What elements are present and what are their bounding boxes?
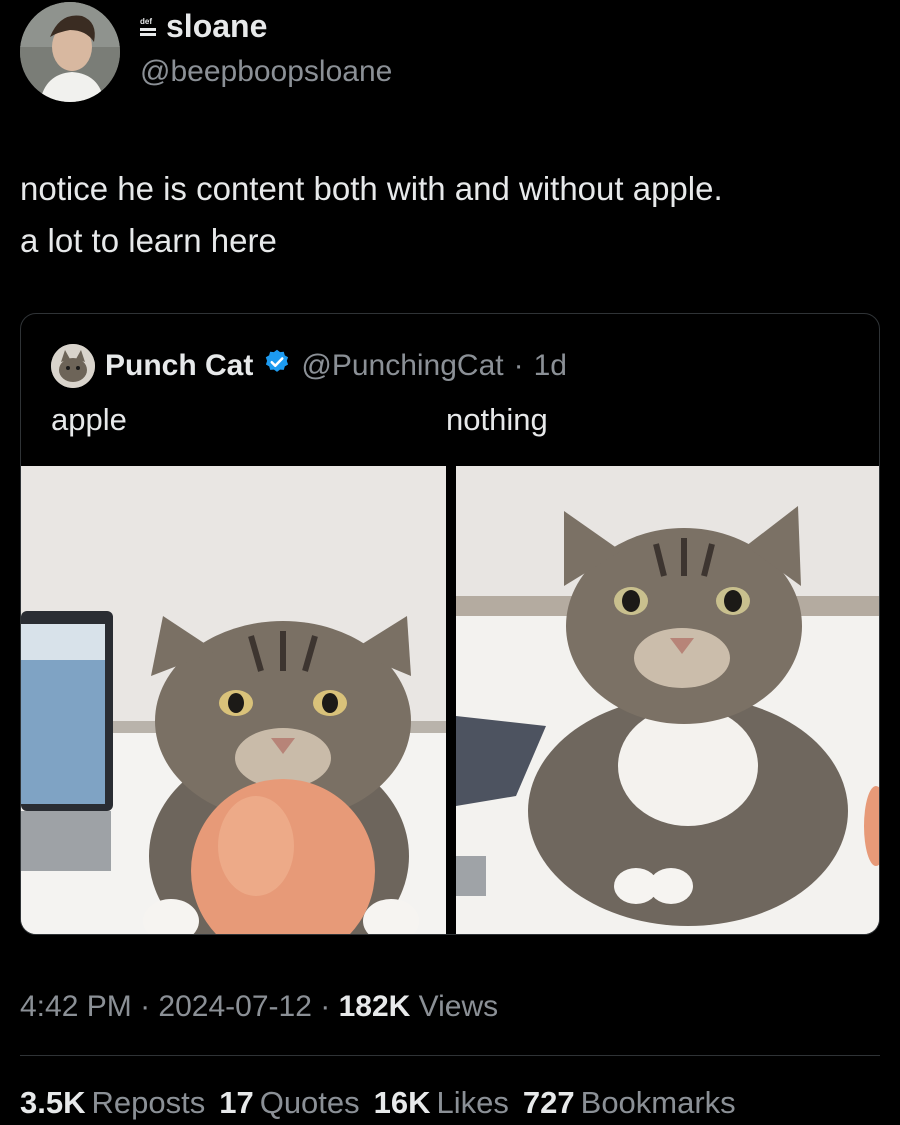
engagement-stats: 3.5K Reposts 17 Quotes 16K Likes 727 Boo…: [20, 1085, 736, 1121]
dot-separator: ·: [140, 990, 151, 1023]
author-name[interactable]: sloane: [166, 8, 267, 45]
reposts-count: 3.5K: [20, 1085, 86, 1120]
bookmarks-count: 727: [522, 1085, 575, 1120]
cat-without-apple-photo[interactable]: [456, 466, 879, 934]
likes-stat[interactable]: 16K Likes: [374, 1085, 509, 1121]
cat-with-apple-photo[interactable]: [21, 466, 446, 934]
likes-label: Likes: [436, 1085, 509, 1120]
divider: [20, 1055, 880, 1056]
quoted-label-nothing: nothing: [446, 402, 548, 437]
author-handle[interactable]: @beepboopsloane: [140, 55, 392, 89]
tweet-text-line: a lot to learn here: [20, 222, 277, 259]
views-label: Views: [418, 990, 499, 1023]
quoted-post-header: Punch Cat @PunchingCat · 1d: [51, 344, 567, 388]
quotes-label: Quotes: [259, 1085, 360, 1120]
quoted-post-age[interactable]: 1d: [534, 349, 567, 383]
likes-count: 16K: [373, 1085, 431, 1120]
bookmarks-label: Bookmarks: [580, 1085, 736, 1120]
author-avatar[interactable]: [20, 2, 120, 102]
views-count: 182K: [338, 990, 411, 1023]
quoted-post-card[interactable]: Punch Cat @PunchingCat · 1d apple nothin…: [20, 313, 880, 935]
reposts-label: Reposts: [91, 1085, 206, 1120]
post-metadata: 4:42 PM · 2024-07-12 · 182K Views: [20, 990, 498, 1024]
bookmarks-stat[interactable]: 727 Bookmarks: [523, 1085, 736, 1121]
quoted-label-apple: apple: [51, 402, 127, 437]
tweet-text: notice he is content both with and witho…: [20, 163, 880, 267]
dot-separator: ·: [320, 990, 331, 1023]
post-date[interactable]: 2024-07-12: [158, 990, 311, 1023]
quoted-author-handle[interactable]: @PunchingCat: [301, 349, 503, 383]
quoted-author-name[interactable]: Punch Cat: [105, 349, 253, 383]
verified-badge-icon: [263, 348, 291, 384]
quotes-count: 17: [219, 1085, 254, 1120]
def-icon: def: [140, 17, 158, 36]
quoted-author-avatar[interactable]: [51, 344, 95, 388]
post-time[interactable]: 4:42 PM: [20, 990, 132, 1023]
tweet-text-line: notice he is content both with and witho…: [20, 170, 723, 207]
quotes-stat[interactable]: 17 Quotes: [219, 1085, 359, 1121]
dot-separator: ·: [513, 349, 524, 382]
reposts-stat[interactable]: 3.5K Reposts: [20, 1085, 205, 1121]
author-name-row[interactable]: def sloane: [140, 8, 267, 45]
